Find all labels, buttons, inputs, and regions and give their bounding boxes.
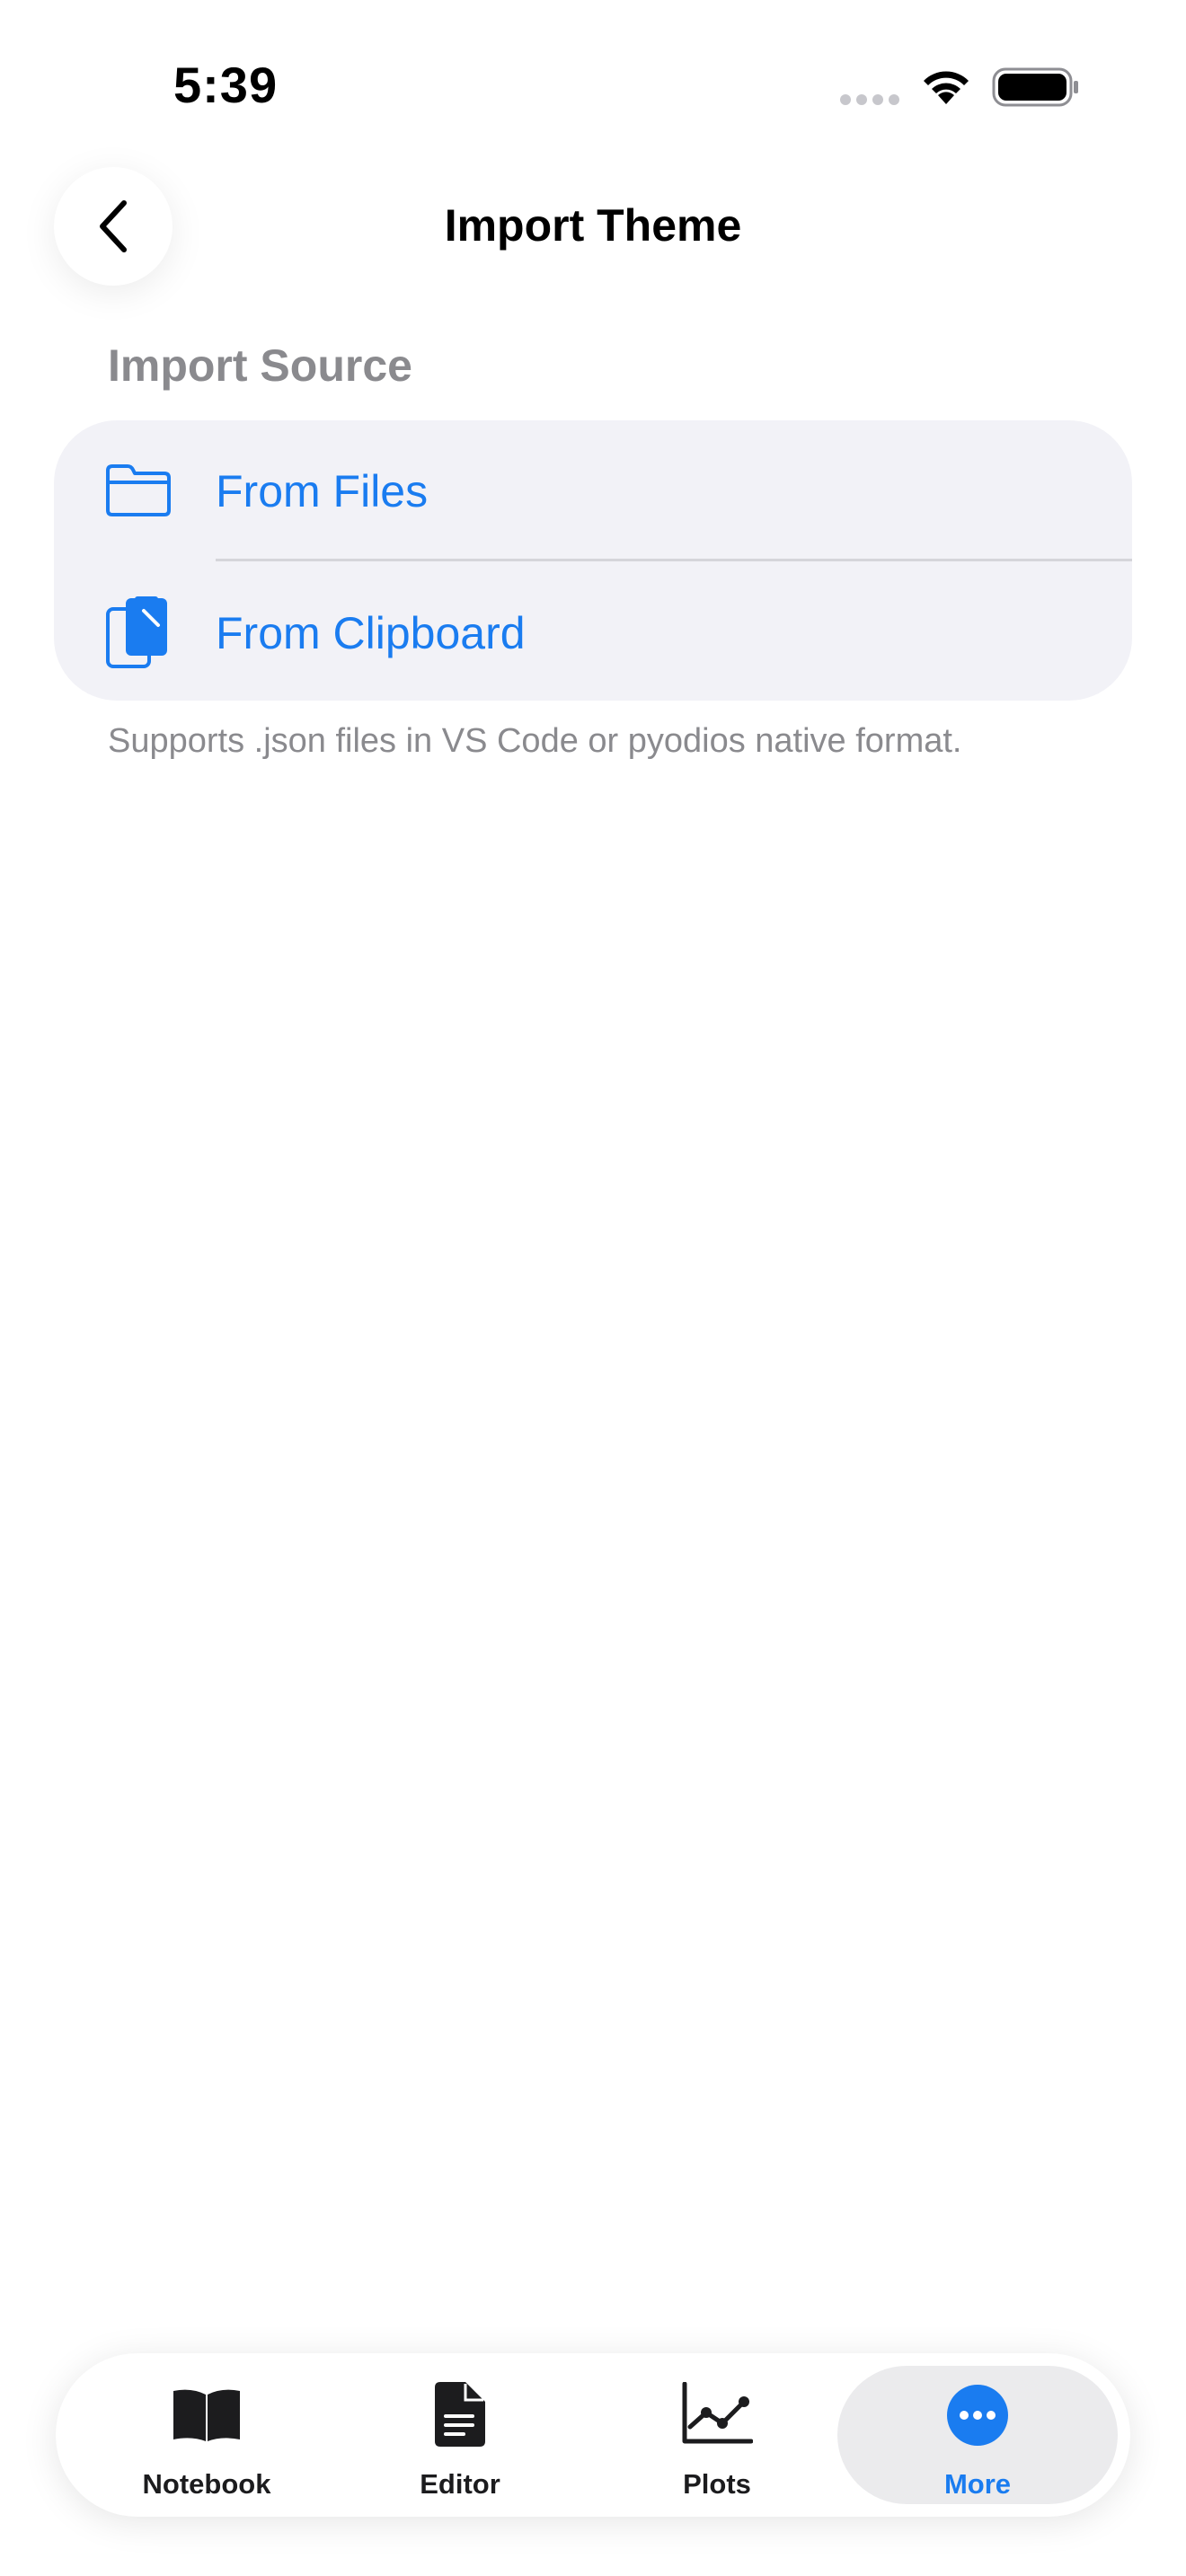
tab-plots-label: Plots	[683, 2468, 751, 2500]
tab-plots[interactable]: Plots	[582, 2366, 852, 2504]
import-source-list: From Files From Clipboard	[54, 420, 1132, 701]
from-files-label: From Files	[216, 466, 429, 516]
tab-editor-label: Editor	[420, 2468, 500, 2500]
from-files-row[interactable]: From Files	[54, 420, 1132, 561]
tab-editor[interactable]: Editor	[325, 2366, 595, 2504]
cellular-signal-icon	[840, 94, 899, 105]
from-clipboard-label: From Clipboard	[216, 608, 526, 658]
tab-more[interactable]: More	[837, 2366, 1118, 2504]
book-icon	[173, 2389, 240, 2441]
tab-more-label: More	[943, 2468, 1012, 2500]
folder-icon	[106, 464, 171, 516]
from-clipboard-row[interactable]: From Clipboard	[54, 560, 1132, 701]
tab-bar: Notebook Editor Plots More	[56, 2353, 1130, 2517]
tab-notebook[interactable]: Notebook	[72, 2366, 341, 2504]
wifi-icon	[924, 71, 969, 104]
chart-line-icon	[682, 2382, 753, 2444]
battery-icon	[992, 67, 1078, 107]
format-help-text: Supports .json files in VS Code or pyodi…	[108, 722, 962, 760]
section-header: Import Source	[108, 340, 412, 391]
clipboard-icon	[106, 596, 167, 668]
status-time: 5:39	[173, 57, 279, 113]
import-theme-screen: 5:39 Import Theme Import Source From Fil…	[0, 0, 1186, 2576]
ellipsis-circle-icon	[947, 2385, 1008, 2446]
document-icon	[435, 2382, 485, 2447]
page-title: Import Theme	[444, 200, 742, 251]
tab-notebook-label: Notebook	[142, 2468, 271, 2500]
